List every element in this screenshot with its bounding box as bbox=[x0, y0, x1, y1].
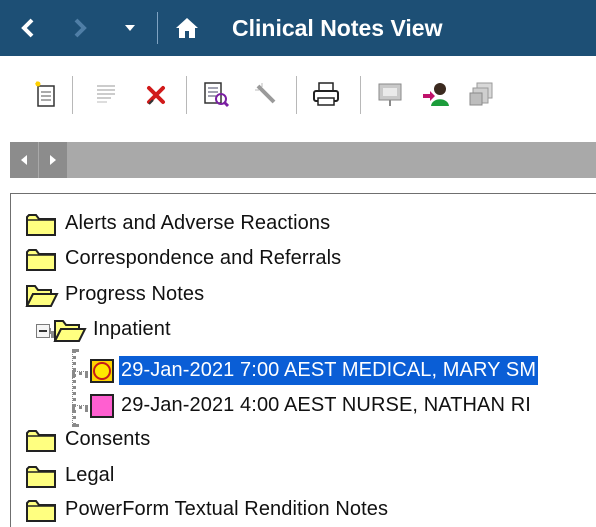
tree-item-legal[interactable]: Legal bbox=[25, 459, 114, 492]
tree-connector bbox=[72, 349, 76, 427]
collapse-toggle[interactable] bbox=[36, 324, 50, 338]
presentation-icon[interactable] bbox=[374, 78, 406, 110]
back-arrow-icon[interactable] bbox=[10, 0, 46, 56]
folder-icon bbox=[25, 497, 59, 523]
tree-item-label: Legal bbox=[65, 464, 115, 486]
tree-item-inpatient[interactable]: Inpatient bbox=[53, 313, 171, 346]
tree-item-label: Progress Notes bbox=[65, 283, 205, 305]
tree-item-label: PowerForm Textual Rendition Notes bbox=[65, 498, 389, 520]
title-bar: Clinical Notes View bbox=[0, 0, 596, 56]
new-note-icon[interactable] bbox=[30, 78, 62, 110]
forward-arrow-icon[interactable] bbox=[62, 0, 98, 56]
scroll-right-button[interactable] bbox=[39, 142, 67, 178]
tree-item-label: 29-Jan-2021 7:00 AEST MEDICAL, MARY SM bbox=[117, 355, 540, 386]
toolbar-separator bbox=[186, 76, 187, 114]
tree-item-note-medical[interactable]: 29-Jan-2021 7:00 AEST MEDICAL, MARY SM bbox=[89, 354, 540, 387]
page-title: Clinical Notes View bbox=[232, 15, 443, 41]
forward-user-icon[interactable] bbox=[420, 78, 452, 110]
tree-item-label: Correspondence and Referrals bbox=[65, 247, 342, 269]
tree-item-correspondence[interactable]: Correspondence and Referrals bbox=[25, 242, 341, 275]
wand-icon[interactable] bbox=[250, 78, 282, 110]
folder-open-icon bbox=[53, 317, 87, 343]
toolbar-separator bbox=[72, 76, 73, 114]
tree-item-note-nurse[interactable]: 29-Jan-2021 4:00 AEST NURSE, NATHAN RI bbox=[89, 389, 531, 422]
toolbar-separator bbox=[360, 76, 361, 114]
dropdown-arrow-icon[interactable] bbox=[116, 0, 144, 56]
scroll-left-button[interactable] bbox=[10, 142, 38, 178]
toolbar bbox=[0, 56, 596, 136]
tree-item-consents[interactable]: Consents bbox=[25, 423, 150, 456]
folder-open-icon bbox=[25, 282, 59, 308]
chevron-right-icon bbox=[50, 155, 56, 165]
copy-pages-icon[interactable] bbox=[466, 78, 498, 110]
tree-item-powerform[interactable]: PowerForm Textual Rendition Notes bbox=[25, 493, 388, 526]
tab-scroll-strip bbox=[10, 142, 596, 178]
tree-item-label: 29-Jan-2021 4:00 AEST NURSE, NATHAN RI bbox=[121, 394, 531, 416]
note-status-icon bbox=[89, 358, 115, 384]
notes-tree: Alerts and Adverse Reactions Corresponde… bbox=[10, 193, 596, 527]
chevron-left-icon bbox=[21, 155, 27, 165]
tree-item-alerts[interactable]: Alerts and Adverse Reactions bbox=[25, 207, 330, 240]
toolbar-separator bbox=[296, 76, 297, 114]
tree-item-label: Consents bbox=[65, 428, 151, 450]
tree-connector bbox=[72, 371, 88, 375]
tree-item-label: Alerts and Adverse Reactions bbox=[65, 212, 331, 234]
cut-note-icon[interactable] bbox=[90, 78, 122, 110]
tree-connector bbox=[72, 405, 88, 409]
title-separator bbox=[157, 12, 158, 44]
folder-icon bbox=[25, 246, 59, 272]
folder-icon bbox=[25, 211, 59, 237]
note-status-icon bbox=[89, 393, 115, 419]
folder-icon bbox=[25, 463, 59, 489]
delete-icon[interactable] bbox=[140, 78, 172, 110]
tree-item-progress-notes[interactable]: Progress Notes bbox=[25, 278, 204, 311]
home-icon[interactable] bbox=[164, 0, 210, 56]
tree-item-label: Inpatient bbox=[93, 318, 171, 340]
print-icon[interactable] bbox=[310, 78, 342, 110]
review-icon[interactable] bbox=[200, 78, 232, 110]
folder-icon bbox=[25, 427, 59, 453]
